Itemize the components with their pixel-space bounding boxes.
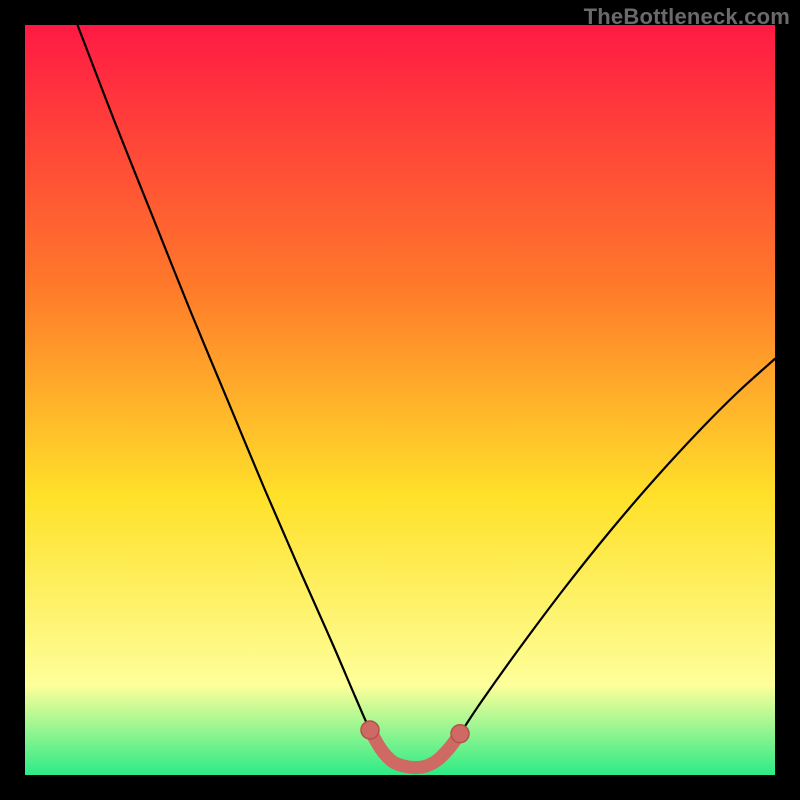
chart-background-gradient bbox=[25, 25, 775, 775]
chart-frame: TheBottleneck.com bbox=[0, 0, 800, 800]
optimal-range-endpoint-left bbox=[361, 721, 379, 739]
chart-plot-area bbox=[25, 25, 775, 775]
chart-svg bbox=[25, 25, 775, 775]
optimal-range-endpoint-right bbox=[451, 725, 469, 743]
watermark-label: TheBottleneck.com bbox=[584, 4, 790, 30]
